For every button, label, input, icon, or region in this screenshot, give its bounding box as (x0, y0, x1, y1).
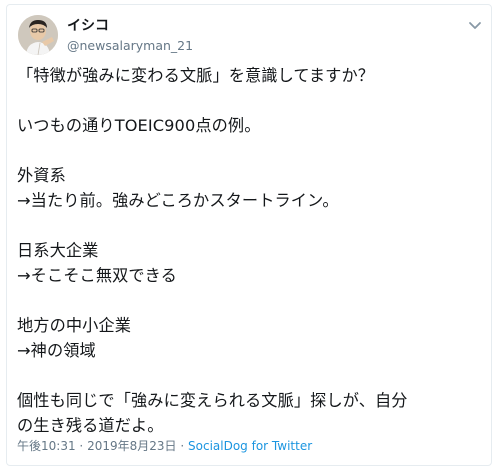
meta-separator: · (180, 439, 185, 453)
tweet-time[interactable]: 午後10:31 (17, 439, 76, 453)
tweet-line: 外資系 (17, 166, 66, 185)
display-name[interactable]: イシコ (67, 18, 109, 34)
tweet-line: →神の領域 (17, 341, 96, 360)
tweet-card: イシコ @newsalaryman_21 「特徴が強みに変わる文脈」を意識してま… (6, 4, 492, 466)
tweet-line: 「特徴が強みに変わる文脈」を意識してますか？ (17, 66, 375, 85)
tweet-line: →そこそこ無双できる (17, 266, 177, 285)
user-handle[interactable]: @newsalaryman_21 (67, 38, 193, 53)
tweet-text: 「特徴が強みに変わる文脈」を意識してますか？ いつもの通りTOEIC900点の例… (17, 63, 489, 438)
user-avatar-icon[interactable] (18, 15, 58, 55)
tweet-line: 個性も同じで「強みに変えられる文脈」探しが、自分 (17, 391, 408, 410)
tweet-line: 日系大企業 (17, 241, 99, 260)
chevron-down-icon[interactable] (467, 17, 483, 33)
tweet-source-link[interactable]: SocialDog for Twitter (188, 439, 312, 453)
tweet-date[interactable]: 2019年8月23日 (87, 439, 176, 453)
tweet-meta: 午後10:31 · 2019年8月23日 · SocialDog for Twi… (17, 439, 312, 453)
tweet-line: 地方の中小企業 (17, 316, 132, 335)
tweet-line: いつもの通りTOEIC900点の例。 (17, 116, 261, 135)
meta-separator: · (79, 439, 84, 453)
tweet-line: の生き残る道だよ。 (17, 416, 164, 435)
tweet-line: →当たり前。強みどころかスタートライン。 (17, 191, 339, 210)
